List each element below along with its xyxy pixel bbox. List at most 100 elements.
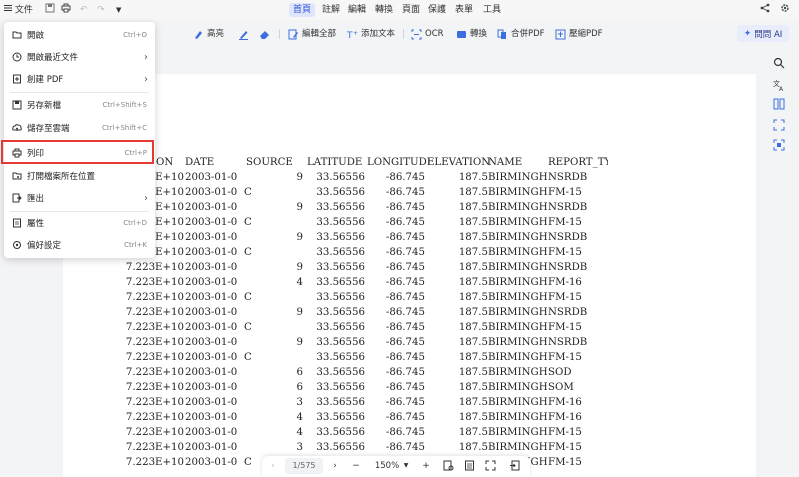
menu-item-export[interactable]: 匯出 › — [4, 188, 155, 208]
menu-item-preferences[interactable]: 偏好設定 Ctrl+K — [4, 235, 155, 255]
zoom-out-icon[interactable]: − — [350, 458, 362, 474]
table-row: 7.223E+10 2003-01-0 3 33.56556 -86.745 187.5 B… — [63, 397, 756, 412]
menu-item-label: 創建 PDF — [27, 75, 64, 85]
table-cell: -86.745 — [385, 442, 425, 453]
table-cell: 33.56556 — [316, 262, 365, 273]
table-cell: 2003-01-0 — [185, 427, 238, 438]
file-menu-label: 文件 — [14, 5, 33, 16]
table-cell: -86.745 — [385, 277, 425, 288]
exit-presentation-icon[interactable] — [507, 458, 521, 474]
menu-item-open-recent[interactable]: 開啟最近文件 › — [4, 47, 155, 67]
table-cell: 9 — [296, 337, 303, 348]
tab-convert[interactable]: 轉換 — [371, 3, 397, 17]
table-cell: FM-15 — [548, 247, 582, 258]
compare-icon[interactable] — [773, 98, 785, 110]
page-number-input[interactable]: 1/575 — [285, 458, 323, 474]
tab-form[interactable]: 表單 — [451, 3, 477, 17]
table-cell: FM-15 — [548, 427, 582, 438]
ask-ai-button[interactable]: ✦ 問問 AI — [737, 25, 789, 42]
edit-all-button[interactable]: 編輯全部 — [288, 26, 336, 42]
table-cell: 7.223E+10 — [125, 322, 184, 333]
table-row: 7.223E+102003-01-0 C 33.56556 -86.745 187.5B… — [63, 352, 756, 367]
table-cell: 7.223E+10 — [125, 307, 184, 318]
tab-page[interactable]: 頁面 — [398, 3, 424, 17]
table-cell: 2003-01-0 — [185, 277, 238, 288]
table-header-cell: DATE — [185, 157, 215, 168]
compress-pdf-label: 壓縮PDF — [569, 29, 603, 39]
table-cell: BIRMINGHAM — [488, 397, 547, 408]
tab-tools[interactable]: 工具 — [479, 3, 505, 17]
translate-icon[interactable]: 文A — [773, 79, 785, 93]
share-icon[interactable] — [760, 3, 770, 17]
table-cell: 33.56556 — [316, 247, 365, 258]
menu-item-open[interactable]: 開啟 Ctrl+O — [4, 25, 155, 45]
table-cell: 7.223E+10 — [125, 382, 184, 393]
redo-icon[interactable]: ↷ — [97, 3, 105, 17]
table-cell: 7.223E+10 — [125, 277, 184, 288]
merge-pdf-button[interactable]: 合併PDF — [497, 26, 545, 42]
table-cell: 187.5 — [458, 262, 488, 273]
table-cell: BIRMINGHAM — [488, 172, 547, 183]
table-cell: C — [244, 247, 252, 258]
table-cell: 33.56556 — [316, 382, 365, 393]
table-cell: 2003-01-0 — [185, 322, 238, 333]
fit-page-icon[interactable] — [441, 458, 455, 474]
table-cell: 187.5 — [458, 277, 488, 288]
eraser-button[interactable] — [259, 26, 270, 42]
compress-pdf-button[interactable]: 壓縮PDF — [555, 26, 603, 42]
table-cell: 187.5 — [458, 217, 488, 228]
tab-home[interactable]: 首頁 — [289, 3, 316, 17]
convert-button[interactable]: 轉換 — [456, 26, 487, 42]
tab-protect[interactable]: 保護 — [424, 3, 450, 17]
pen-button[interactable] — [238, 26, 249, 42]
screenshot-icon[interactable] — [773, 139, 785, 151]
convert-icon — [456, 29, 467, 40]
chevron-down-icon[interactable]: ▼ — [116, 3, 121, 17]
table-cell: BIRMINGHAM — [488, 262, 547, 273]
save-icon[interactable] — [45, 3, 55, 17]
zoom-in-icon[interactable]: + — [420, 458, 432, 474]
tab-comment[interactable]: 註解 — [318, 3, 344, 17]
page-layout-icon[interactable] — [462, 458, 476, 474]
table-cell: 33.56556 — [316, 232, 365, 243]
table-cell: -86.745 — [385, 307, 425, 318]
tab-edit[interactable]: 編輯 — [344, 3, 370, 17]
ocr-button[interactable]: OCR — [411, 26, 444, 42]
menu-item-save-as[interactable]: 另存新檔 Ctrl+Shift+S — [4, 95, 155, 115]
table-cell: NSRDB — [548, 232, 588, 243]
table-cell: BIRMINGHAM — [488, 292, 547, 303]
fullscreen-icon[interactable] — [483, 458, 497, 474]
add-text-button[interactable]: T + 添加文本 — [346, 26, 395, 42]
printer-icon[interactable] — [61, 3, 71, 17]
undo-icon[interactable]: ↶ — [80, 3, 88, 17]
menu-item-label: 屬性 — [27, 219, 45, 229]
menu-item-properties[interactable]: 屬性 Ctrl+D — [4, 213, 155, 233]
menu-item-save-to-cloud[interactable]: 儲存至雲端 Ctrl+Shift+C — [4, 118, 155, 138]
table-cell: BIRMINGHAM — [488, 427, 547, 438]
scan-icon[interactable] — [773, 119, 785, 131]
table-cell: -86.745 — [385, 262, 425, 273]
zoom-dropdown-icon[interactable]: ▼ — [402, 458, 410, 474]
table-cell: -86.745 — [385, 187, 425, 198]
clock-icon — [12, 52, 22, 62]
table-cell: 187.5 — [458, 427, 488, 438]
settings-icon[interactable] — [780, 3, 790, 17]
highlight-button[interactable]: 高亮 — [193, 26, 224, 42]
table-cell: 7.223E+10 — [125, 367, 184, 378]
table-cell: 2003-01-0 — [185, 412, 238, 423]
next-page-icon[interactable]: › — [330, 458, 340, 474]
table-cell: BIRMINGHAM — [488, 247, 547, 258]
table-row: 7.223E+10 2003-01-0 4 33.56556 -86.745 187.5 B… — [63, 412, 756, 427]
zoom-level[interactable]: 150% — [372, 458, 402, 474]
table-cell: 187.5 — [458, 307, 488, 318]
table-cell: -86.745 — [385, 247, 425, 258]
menu-item-create-pdf[interactable]: 創建 PDF › — [4, 69, 155, 89]
table-cell: -86.745 — [385, 397, 425, 408]
search-icon[interactable] — [773, 57, 785, 69]
add-text-icon: T + — [346, 29, 358, 41]
menu-item-open-file-location[interactable]: 打開檔案所在位置 — [4, 166, 155, 186]
prev-page-icon[interactable]: ‹ — [268, 458, 278, 474]
file-menu-button[interactable]: 文件 — [4, 3, 33, 17]
settings-icon — [12, 240, 22, 250]
table-cell: 33.56556 — [316, 217, 365, 228]
